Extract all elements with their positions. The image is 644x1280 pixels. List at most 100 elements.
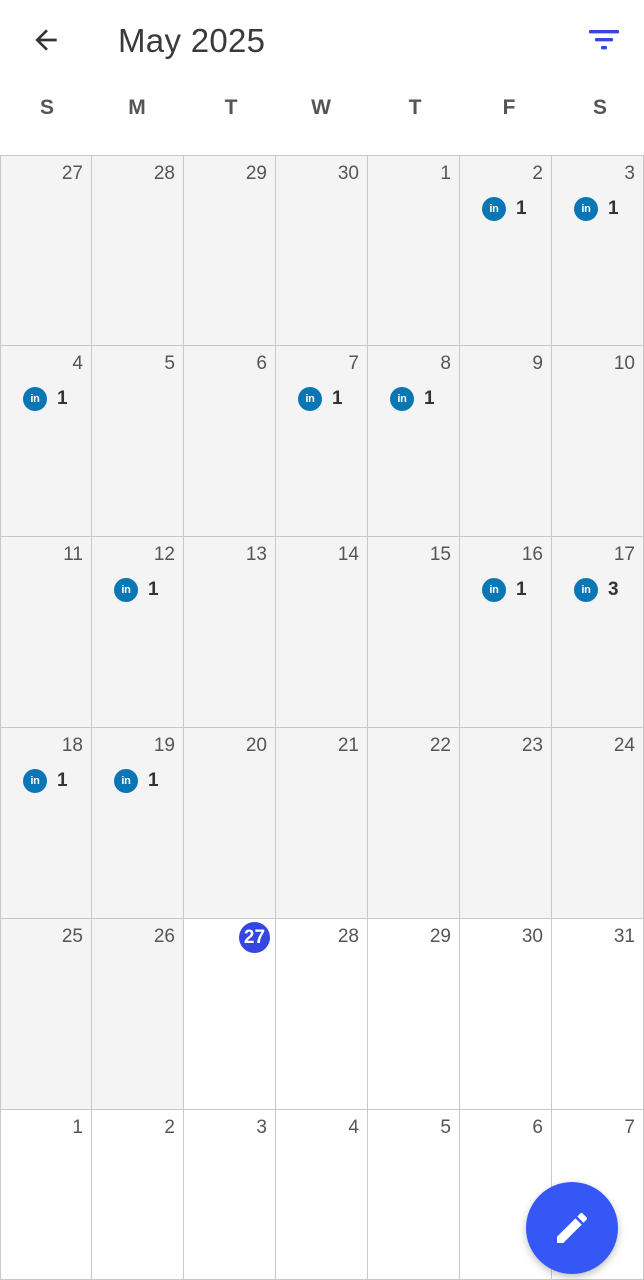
- calendar-grid: 27 28 29 30 1 2 in 1 3 in 1 4 in 1 5 6 7 in 1 8 in 1 9 10 11 12 in…: [0, 155, 644, 1280]
- post-count: 3: [608, 579, 619, 600]
- calendar-day-cell[interactable]: 6: [184, 346, 276, 537]
- calendar-day-cell[interactable]: 5: [92, 346, 184, 537]
- linkedin-icon: in: [298, 387, 322, 411]
- calendar-day-cell[interactable]: 14: [276, 537, 368, 728]
- linkedin-icon: in: [482, 578, 506, 602]
- day-number: 27: [61, 163, 83, 184]
- day-number: 8: [440, 353, 451, 374]
- linkedin-post-indicator[interactable]: in 1: [390, 387, 435, 411]
- calendar-day-cell[interactable]: 10: [552, 346, 644, 537]
- linkedin-icon-label: in: [30, 775, 40, 787]
- linkedin-post-indicator[interactable]: in 1: [298, 387, 343, 411]
- linkedin-post-indicator[interactable]: in 1: [482, 197, 527, 221]
- post-count: 1: [516, 579, 527, 600]
- day-number: 21: [337, 735, 359, 756]
- post-count: 1: [608, 198, 619, 219]
- post-count: 1: [424, 388, 435, 409]
- calendar-day-cell[interactable]: 28: [92, 155, 184, 346]
- calendar-day-cell[interactable]: 30: [460, 919, 552, 1110]
- calendar-day-cell[interactable]: 22: [368, 728, 460, 919]
- post-count: 1: [57, 388, 68, 409]
- calendar-day-cell[interactable]: 21: [276, 728, 368, 919]
- back-button[interactable]: [22, 18, 70, 62]
- calendar-day-cell[interactable]: 24: [552, 728, 644, 919]
- day-number: 7: [624, 1117, 635, 1138]
- calendar-day-cell[interactable]: 29: [184, 155, 276, 346]
- weekday-label: T: [408, 96, 422, 119]
- weekday-label: S: [592, 96, 607, 119]
- day-number: 4: [348, 1117, 359, 1138]
- calendar-day-cell[interactable]: 12 in 1: [92, 537, 184, 728]
- linkedin-post-indicator[interactable]: in 1: [23, 769, 68, 793]
- calendar-day-cell[interactable]: 16 in 1: [460, 537, 552, 728]
- calendar-day-cell[interactable]: 30: [276, 155, 368, 346]
- month-title: May 2025: [118, 22, 266, 59]
- calendar-day-cell[interactable]: 19 in 1: [92, 728, 184, 919]
- post-count: 1: [148, 770, 159, 791]
- calendar-day-cell[interactable]: 25: [0, 919, 92, 1110]
- calendar-day-cell[interactable]: 26: [92, 919, 184, 1110]
- linkedin-icon: in: [23, 769, 47, 793]
- day-number: 1: [72, 1117, 83, 1138]
- day-number: 10: [613, 353, 635, 374]
- linkedin-icon-label: in: [305, 393, 315, 405]
- day-number: 25: [61, 926, 83, 947]
- calendar-day-cell[interactable]: 27: [184, 919, 276, 1110]
- day-number: 2: [532, 163, 543, 184]
- compose-fab-button[interactable]: [526, 1182, 618, 1274]
- calendar-day-cell[interactable]: 8 in 1: [368, 346, 460, 537]
- post-count: 1: [57, 770, 68, 791]
- calendar-day-cell[interactable]: 4 in 1: [0, 346, 92, 537]
- linkedin-icon-label: in: [121, 584, 131, 596]
- calendar-day-cell[interactable]: 27: [0, 155, 92, 346]
- calendar-day-cell[interactable]: 9: [460, 346, 552, 537]
- day-number: 12: [153, 544, 175, 565]
- weekday-label: S: [39, 96, 54, 119]
- calendar-day-cell[interactable]: 29: [368, 919, 460, 1110]
- linkedin-post-indicator[interactable]: in 1: [574, 197, 619, 221]
- linkedin-icon-label: in: [489, 584, 499, 596]
- linkedin-icon-label: in: [30, 393, 40, 405]
- day-number: 14: [337, 544, 359, 565]
- calendar-day-cell[interactable]: 2: [92, 1110, 184, 1280]
- calendar-day-cell[interactable]: 4: [276, 1110, 368, 1280]
- linkedin-post-indicator[interactable]: in 1: [482, 578, 527, 602]
- weekday-label: W: [311, 96, 331, 119]
- calendar-day-cell[interactable]: 23: [460, 728, 552, 919]
- calendar-day-cell[interactable]: 20: [184, 728, 276, 919]
- calendar-day-cell[interactable]: 15: [368, 537, 460, 728]
- calendar-day-cell[interactable]: 3 in 1: [552, 155, 644, 346]
- calendar-day-cell[interactable]: 13: [184, 537, 276, 728]
- linkedin-icon: in: [390, 387, 414, 411]
- post-count: 1: [148, 579, 159, 600]
- linkedin-icon-label: in: [581, 584, 591, 596]
- day-number: 31: [613, 926, 635, 947]
- calendar-day-cell[interactable]: 18 in 1: [0, 728, 92, 919]
- day-number: 9: [532, 353, 543, 374]
- filter-button[interactable]: [582, 20, 626, 60]
- calendar-day-cell[interactable]: 7 in 1: [276, 346, 368, 537]
- calendar-day-cell[interactable]: 1: [0, 1110, 92, 1280]
- calendar-day-cell[interactable]: 1: [368, 155, 460, 346]
- linkedin-icon: in: [482, 197, 506, 221]
- linkedin-icon-label: in: [489, 203, 499, 215]
- calendar-day-cell[interactable]: 5: [368, 1110, 460, 1280]
- calendar-day-cell[interactable]: 11: [0, 537, 92, 728]
- calendar-day-cell[interactable]: 28: [276, 919, 368, 1110]
- day-number: 7: [348, 353, 359, 374]
- calendar-day-cell[interactable]: 17 in 3: [552, 537, 644, 728]
- linkedin-post-indicator[interactable]: in 1: [23, 387, 68, 411]
- day-number: 13: [245, 544, 267, 565]
- calendar-day-cell[interactable]: 3: [184, 1110, 276, 1280]
- day-number: 29: [429, 926, 451, 947]
- linkedin-post-indicator[interactable]: in 3: [574, 578, 619, 602]
- linkedin-post-indicator[interactable]: in 1: [114, 578, 159, 602]
- calendar-day-cell[interactable]: 31: [552, 919, 644, 1110]
- weekday-label: M: [128, 96, 146, 119]
- day-number: 6: [532, 1117, 543, 1138]
- linkedin-icon: in: [23, 387, 47, 411]
- calendar-day-cell[interactable]: 2 in 1: [460, 155, 552, 346]
- day-number: 17: [613, 544, 635, 565]
- linkedin-post-indicator[interactable]: in 1: [114, 769, 159, 793]
- linkedin-icon: in: [114, 769, 138, 793]
